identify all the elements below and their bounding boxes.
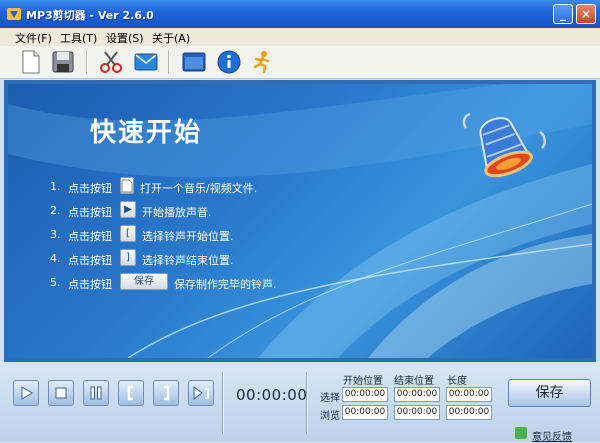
step-prefix: 点击按钮 xyxy=(68,182,112,195)
toolbar-separator xyxy=(168,50,170,74)
bell-icon xyxy=(462,112,546,178)
start-mark-hint-button: [ xyxy=(120,225,136,242)
play-hint-button: ▶ xyxy=(120,201,136,218)
step-prefix: 点击按钮 xyxy=(68,230,112,243)
step-number: 3. xyxy=(50,228,61,241)
window-icon[interactable] xyxy=(181,49,207,75)
step-prefix: 点击按钮 xyxy=(68,206,112,219)
preview-button[interactable] xyxy=(188,380,214,406)
menu-file[interactable]: 文件(F) xyxy=(15,30,52,46)
step-number: 4. xyxy=(50,252,61,265)
selection-length-field[interactable]: 00:00:00 xyxy=(446,387,492,402)
step-number: 1. xyxy=(50,180,61,193)
playback-time: 00:00:00 xyxy=(236,386,308,404)
divider xyxy=(306,372,308,434)
cut-icon[interactable] xyxy=(98,49,124,75)
new-file-icon xyxy=(121,179,133,193)
feedback-icon xyxy=(515,427,527,439)
selection-row-label: 选择 xyxy=(320,393,340,404)
play-bracket-icon xyxy=(193,386,209,400)
pause-button[interactable] xyxy=(83,380,109,406)
open-file-hint-button xyxy=(120,177,134,194)
mail-icon[interactable] xyxy=(133,49,159,75)
quick-start-panel: 快速开始 1. 点击按钮 打开一个音乐/视频文件. 2. 点击按钮 ▶ 开始播放… xyxy=(8,84,592,358)
menu-bar: 文件(F) 工具(T) 设置(S) 关于(A) xyxy=(0,28,600,46)
selection-end-field[interactable]: 00:00:00 xyxy=(394,387,440,402)
end-mark-hint-button: ] xyxy=(120,249,136,266)
save-icon[interactable] xyxy=(50,49,76,75)
runner-icon[interactable] xyxy=(250,49,276,75)
stop-button[interactable] xyxy=(48,380,74,406)
app-icon xyxy=(7,8,21,20)
step-description: 选择铃声结束位置. xyxy=(142,254,234,267)
pause-icon xyxy=(90,386,102,400)
menu-settings[interactable]: 设置(S) xyxy=(106,30,144,46)
browse-length-field[interactable]: 00:00:00 xyxy=(446,405,492,420)
browse-end-field[interactable]: 00:00:00 xyxy=(394,405,440,420)
play-button[interactable] xyxy=(13,380,39,406)
control-panel: 00:00:00 开始位置 结束位置 长度 选择 00:00:00 00:00:… xyxy=(0,362,600,442)
info-icon[interactable] xyxy=(216,49,242,75)
window-title: MP3剪切器 - Ver 2.6.0 xyxy=(26,9,154,22)
minimize-button[interactable]: _ xyxy=(553,4,573,24)
browse-row-label: 浏览 xyxy=(320,411,340,422)
bracket-left-icon xyxy=(127,385,133,401)
quick-start-heading: 快速开始 xyxy=(90,118,203,148)
close-button[interactable]: × xyxy=(576,4,596,24)
step-description: 选择铃声开始位置. xyxy=(142,230,234,243)
play-icon xyxy=(21,386,33,400)
feedback-link[interactable]: 意见反馈 xyxy=(532,428,572,443)
start-position-header: 开始位置 xyxy=(343,376,383,387)
menu-tools[interactable]: 工具(T) xyxy=(60,30,97,46)
toolbar-separator xyxy=(86,50,88,74)
step-description: 打开一个音乐/视频文件. xyxy=(140,182,258,195)
save-hint-button: 保存 xyxy=(120,273,168,290)
bracket-right-icon xyxy=(164,385,170,401)
mark-end-button[interactable] xyxy=(153,380,179,406)
menu-about[interactable]: 关于(A) xyxy=(152,30,190,46)
step-prefix: 点击按钮 xyxy=(68,278,112,291)
step-prefix: 点击按钮 xyxy=(68,254,112,267)
end-position-header: 结束位置 xyxy=(394,376,434,387)
length-header: 长度 xyxy=(447,376,467,387)
divider xyxy=(222,372,224,434)
mark-start-button[interactable] xyxy=(118,380,144,406)
new-file-icon[interactable] xyxy=(18,49,44,75)
step-description: 开始播放声音. xyxy=(142,206,212,219)
title-bar: MP3剪切器 - Ver 2.6.0 _ × xyxy=(0,0,600,28)
step-number: 2. xyxy=(50,204,61,217)
step-number: 5. xyxy=(50,276,61,289)
stop-icon xyxy=(55,387,67,399)
save-button[interactable]: 保存 xyxy=(508,379,591,407)
step-description: 保存制作完毕的铃声. xyxy=(174,278,277,291)
selection-start-field[interactable]: 00:00:00 xyxy=(342,387,388,402)
browse-start-field[interactable]: 00:00:00 xyxy=(342,405,388,420)
toolbar xyxy=(0,46,600,79)
